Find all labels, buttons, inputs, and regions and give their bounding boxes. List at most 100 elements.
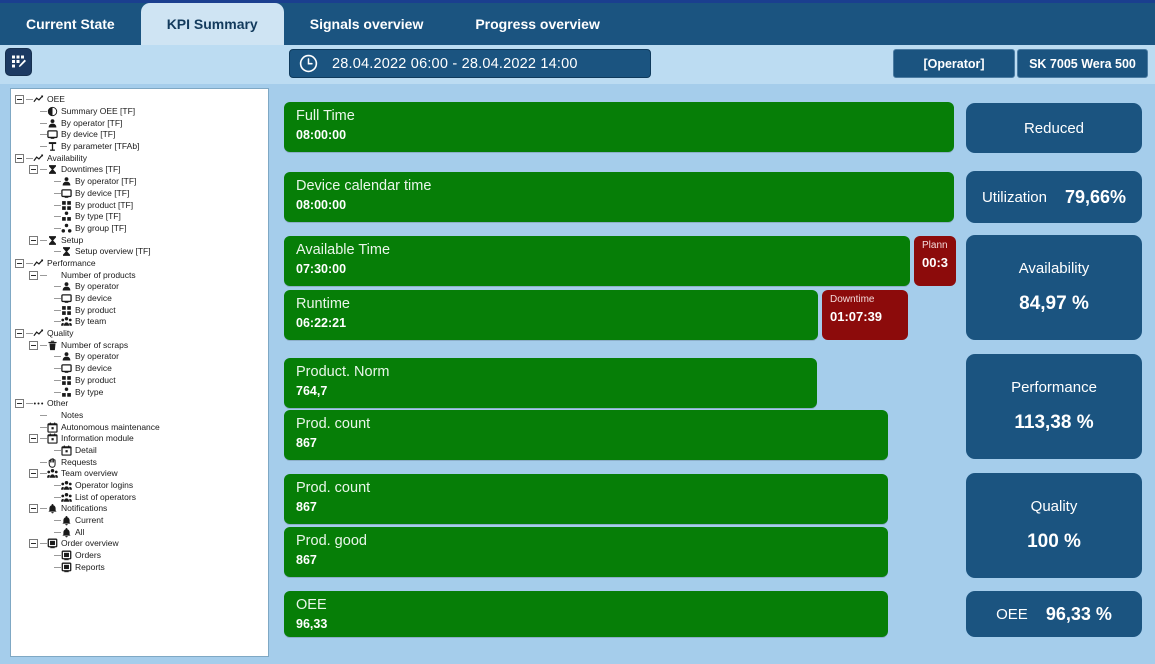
tree-connector [26, 94, 33, 105]
tree-connector [54, 351, 61, 362]
tree-item[interactable]: Detail [15, 445, 268, 457]
tree-item[interactable]: Quality [15, 328, 268, 340]
tree-item[interactable]: Information module [15, 433, 268, 445]
tree-item[interactable]: By product [15, 375, 268, 387]
order-icon [47, 538, 58, 549]
tree-connector [40, 503, 47, 514]
kpi-card: Quality 100 % [966, 473, 1142, 578]
tree-item[interactable]: By device [15, 363, 268, 375]
tab-kpi-summary[interactable]: KPI Summary [140, 3, 284, 45]
tree-item[interactable]: By device [TF] [15, 129, 268, 141]
tree-item[interactable]: List of operators [15, 491, 268, 503]
tree-item-label: All [75, 526, 85, 537]
tree-item[interactable]: Setup overview [TF] [15, 246, 268, 258]
tree-item-label: Setup [61, 234, 84, 245]
tab-signals-overview[interactable]: Signals overview [284, 3, 450, 45]
date-range-selector[interactable]: 28.04.2022 06:00 - 28.04.2022 14:00 [289, 49, 651, 78]
tree-item[interactable]: Order overview [15, 538, 268, 550]
tree-item[interactable]: Notifications [15, 503, 268, 515]
tree-item[interactable]: Autonomous maintenance [15, 421, 268, 433]
tree-item[interactable]: Orders [15, 550, 268, 562]
tree-item-label: Summary OEE [TF] [61, 106, 136, 117]
metric-bar-value: 08:00:00 [296, 198, 347, 212]
tree-item[interactable]: Other [15, 398, 268, 410]
tree-item[interactable]: By operator [15, 351, 268, 363]
tree-connector [40, 457, 47, 468]
kpi-summary-screen: Current State KPI Summary Signals overview… [0, 0, 1155, 664]
tree-item[interactable]: Availability [15, 152, 268, 164]
tree-expand-toggle[interactable] [29, 539, 38, 549]
tree-expand-toggle[interactable] [15, 399, 24, 409]
tree-item[interactable]: By parameter [TFAb] [15, 141, 268, 153]
kpi-card-label: Availability [1018, 260, 1090, 277]
tree-item[interactable]: Current [15, 515, 268, 527]
tree-item-label: Team overview [61, 468, 118, 479]
tree-item[interactable]: Reports [15, 562, 268, 574]
tree-item[interactable]: By operator [TF] [15, 117, 268, 129]
hourglass-icon [47, 235, 58, 246]
tree-item[interactable]: All [15, 526, 268, 538]
red-metric-box: Downtime 01:07:39 [822, 290, 908, 340]
tree-item[interactable]: Setup [15, 234, 268, 246]
tree-item[interactable]: By product [15, 304, 268, 316]
tree-item[interactable]: By operator [TF] [15, 176, 268, 188]
tree-item[interactable]: Requests [15, 456, 268, 468]
tree-item[interactable]: By device [15, 293, 268, 305]
tree-expand-toggle[interactable] [29, 165, 38, 175]
tree-item[interactable]: By operator [15, 281, 268, 293]
tree-expand-toggle[interactable] [15, 329, 24, 339]
tree-item-label: Orders [75, 550, 101, 561]
tree-expand-toggle[interactable] [29, 235, 38, 245]
tree-item[interactable]: By team [15, 316, 268, 328]
tab-current-state[interactable]: Current State [0, 3, 141, 45]
tree-item-label: Number of products [61, 269, 136, 280]
tree-item-label: Requests [61, 456, 97, 467]
tree-item-label: Number of scraps [61, 339, 129, 350]
tree-item[interactable]: By type [TF] [15, 211, 268, 223]
tree-item-label: By product [TF] [75, 199, 134, 210]
tree-item[interactable]: Performance [15, 258, 268, 270]
metric-bar: Full Time 08:00:00 [284, 102, 954, 152]
tree-item-label: By device [TF] [61, 129, 116, 140]
metric-bar-title: Prod. good [296, 533, 367, 549]
tree-expand-toggle[interactable] [29, 340, 38, 350]
tree-item[interactable]: Downtimes [TF] [15, 164, 268, 176]
tree-item[interactable]: Summary OEE [TF] [15, 106, 268, 118]
tree-expand-toggle[interactable] [15, 153, 24, 163]
metric-bar: Product. Norm 764,7 [284, 358, 817, 408]
form-edit-icon[interactable] [5, 48, 32, 76]
tree-expand-toggle[interactable] [15, 258, 24, 268]
navigation-tree-panel[interactable]: OEE Summary OEE [TF] By operator [TF] By de… [10, 88, 269, 657]
team-icon [61, 316, 72, 327]
tree-item[interactable]: Notes [15, 410, 268, 422]
tab-progress-overview[interactable]: Progress overview [449, 3, 626, 45]
hourglass-icon [61, 246, 72, 257]
tree-expand-toggle[interactable] [29, 270, 38, 280]
tree-no-icon [47, 410, 58, 421]
kpi-card: Utilization 79,66% [966, 171, 1142, 223]
tree-connector [40, 129, 47, 140]
tree-expand-toggle[interactable] [29, 504, 38, 514]
operator-button[interactable]: [Operator] [893, 49, 1015, 78]
tree-item[interactable]: Operator logins [15, 480, 268, 492]
tree-item[interactable]: By product [TF] [15, 199, 268, 211]
device-button[interactable]: SK 7005 Wera 500 [1017, 49, 1148, 78]
tree-item[interactable]: By device [TF] [15, 188, 268, 200]
tree-connector [40, 118, 47, 129]
tree-expand-toggle[interactable] [15, 95, 24, 105]
tree-item[interactable]: Number of products [15, 269, 268, 281]
tree-expand-toggle[interactable] [29, 469, 38, 479]
tree-item[interactable]: Number of scraps [15, 339, 268, 351]
tree-item[interactable]: By type [15, 386, 268, 398]
tree-connector [26, 328, 33, 339]
tree-expand-toggle[interactable] [29, 434, 38, 444]
tree-item[interactable]: By group [TF] [15, 223, 268, 235]
tree-item[interactable]: Team overview [15, 468, 268, 480]
tree-item[interactable]: OEE [15, 94, 268, 106]
